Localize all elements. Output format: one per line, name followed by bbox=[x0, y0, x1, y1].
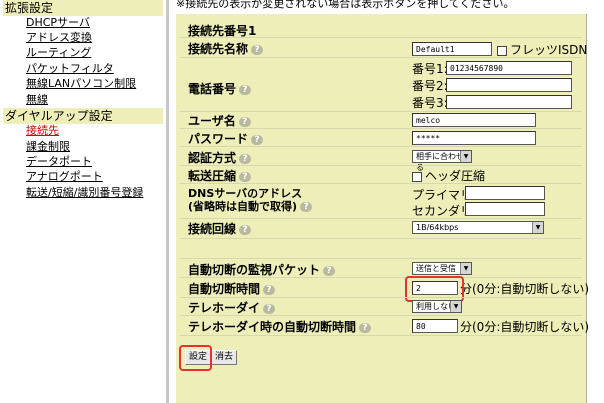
sidebar-item-dhcp[interactable]: DHCPサーバ bbox=[26, 16, 90, 30]
help-icon[interactable]: ? bbox=[239, 171, 252, 182]
divider bbox=[180, 128, 582, 129]
name-label: 接続先名称 bbox=[188, 42, 249, 56]
user-label: ユーザ名 bbox=[188, 114, 236, 128]
help-icon[interactable]: ? bbox=[239, 153, 252, 164]
divider bbox=[180, 37, 582, 38]
divider bbox=[180, 277, 582, 278]
divider bbox=[180, 165, 582, 166]
password-input[interactable]: ***** bbox=[412, 131, 536, 145]
header-compress-checkbox[interactable] bbox=[412, 171, 422, 182]
flets-checkbox[interactable] bbox=[497, 45, 507, 56]
chevron-down-icon: ▼ bbox=[450, 301, 461, 312]
sidebar-item-billing-limit[interactable]: 課金制限 bbox=[26, 140, 70, 154]
sidebar-item-routing[interactable]: ルーティング bbox=[26, 46, 91, 60]
help-icon[interactable]: ? bbox=[239, 84, 252, 95]
divider bbox=[180, 183, 582, 184]
sidebar-item-destination[interactable]: 接続先 bbox=[26, 124, 59, 138]
auto-disconnect-label: 自動切断時間 bbox=[188, 282, 261, 296]
monitor-select-value: 送信と受信 bbox=[416, 264, 456, 273]
dns-primary-input[interactable] bbox=[465, 186, 545, 200]
sidebar-item-transfer-register[interactable]: 転送/短縮/識別番号登録 bbox=[26, 186, 143, 200]
phone1-input[interactable]: 01234567890 bbox=[446, 61, 572, 75]
header-compress-label: ヘッダ圧縮 bbox=[425, 169, 486, 183]
name-input[interactable]: Default1 bbox=[412, 42, 492, 56]
sidebar-nav: 拡張設定 DHCPサーバ アドレス変換 ルーティング パケットフィルタ 無線LA… bbox=[0, 0, 169, 403]
auth-label: 認証方式 bbox=[188, 151, 237, 165]
phone1-label: 番号1: bbox=[412, 62, 448, 76]
user-input[interactable]: melco bbox=[412, 113, 536, 127]
divider bbox=[180, 238, 582, 239]
telehodai-select[interactable]: 利用しない ▼ bbox=[412, 300, 462, 313]
help-icon[interactable]: ? bbox=[359, 322, 372, 333]
line-label: 接続回線 bbox=[188, 222, 237, 236]
sidebar-item-packet-filter[interactable]: パケットフィルタ bbox=[26, 62, 114, 76]
sidebar-item-wlan-restrict[interactable]: 無線LANパソコン制限 bbox=[26, 77, 136, 91]
phone3-input[interactable] bbox=[446, 95, 572, 109]
help-icon[interactable]: ? bbox=[263, 284, 276, 295]
divider bbox=[180, 57, 582, 58]
dns-secondary-label: セカンダリ bbox=[412, 204, 473, 218]
divider bbox=[180, 218, 582, 219]
auto-disconnect-unit: 分(0分:自動切断しない) bbox=[460, 282, 590, 296]
phone2-input[interactable] bbox=[446, 78, 572, 92]
highlight-box bbox=[179, 345, 212, 371]
monitor-select[interactable]: 送信と受信 ▼ bbox=[412, 262, 472, 275]
sidebar-section-extended: 拡張設定 bbox=[3, 0, 163, 16]
top-note: ※接続先の表示が変更されない場合は表示ボタンを押してください。 bbox=[176, 0, 515, 10]
highlight-box bbox=[405, 276, 464, 302]
compress-label: 転送圧縮 bbox=[188, 169, 237, 183]
divider bbox=[180, 297, 582, 298]
sidebar-section-dialup: ダイヤルアップ設定 bbox=[3, 108, 163, 124]
help-icon[interactable]: ? bbox=[300, 202, 313, 212]
divider bbox=[180, 146, 582, 147]
sidebar-item-data-port[interactable]: データポート bbox=[26, 155, 92, 169]
auth-select[interactable]: 相手に合わせる ▼ bbox=[412, 150, 472, 172]
phone-label: 電話番号 bbox=[188, 82, 237, 96]
help-icon[interactable]: ? bbox=[238, 116, 251, 127]
monitor-label: 自動切断の監視パケット bbox=[188, 263, 321, 277]
chevron-down-icon: ▼ bbox=[532, 222, 543, 233]
phone2-label: 番号2: bbox=[412, 79, 448, 93]
sidebar-item-wireless[interactable]: 無線 bbox=[26, 93, 48, 107]
dns-primary-label: プライマリ bbox=[412, 188, 473, 202]
sidebar-item-analog-port[interactable]: アナログポート bbox=[26, 170, 103, 184]
dns-label-line1: DNSサーバのアドレス bbox=[188, 187, 303, 200]
help-icon[interactable]: ? bbox=[263, 303, 276, 314]
telehodai-auto-input[interactable]: 80 bbox=[412, 319, 458, 333]
divider bbox=[180, 258, 582, 259]
telehodai-auto-unit: 分(0分:自動切断しない) bbox=[460, 320, 590, 334]
chevron-down-icon: ▼ bbox=[460, 151, 471, 162]
phone3-label: 番号3: bbox=[412, 96, 448, 110]
telehodai-label: テレホーダイ bbox=[188, 301, 261, 315]
sidebar-item-nat[interactable]: アドレス変換 bbox=[26, 31, 92, 45]
help-icon[interactable]: ? bbox=[251, 44, 264, 55]
line-select[interactable]: 1B/64kbps ▼ bbox=[412, 221, 544, 234]
dns-label-line2: (省略時は自動で取得) bbox=[188, 200, 298, 213]
line-select-value: 1B/64kbps bbox=[416, 223, 459, 232]
divider bbox=[180, 335, 582, 336]
dns-secondary-input[interactable] bbox=[465, 202, 545, 216]
password-label: パスワード bbox=[188, 132, 249, 146]
chevron-down-icon: ▼ bbox=[460, 263, 471, 274]
flets-label: フレッツISDN bbox=[510, 43, 588, 57]
divider bbox=[180, 315, 582, 316]
help-icon[interactable]: ? bbox=[239, 224, 252, 235]
help-icon[interactable]: ? bbox=[323, 265, 336, 276]
delete-button[interactable]: 消去 bbox=[211, 350, 238, 365]
help-icon[interactable]: ? bbox=[251, 134, 264, 145]
telehodai-auto-label: テレホーダイ時の自動切断時間 bbox=[188, 320, 357, 334]
